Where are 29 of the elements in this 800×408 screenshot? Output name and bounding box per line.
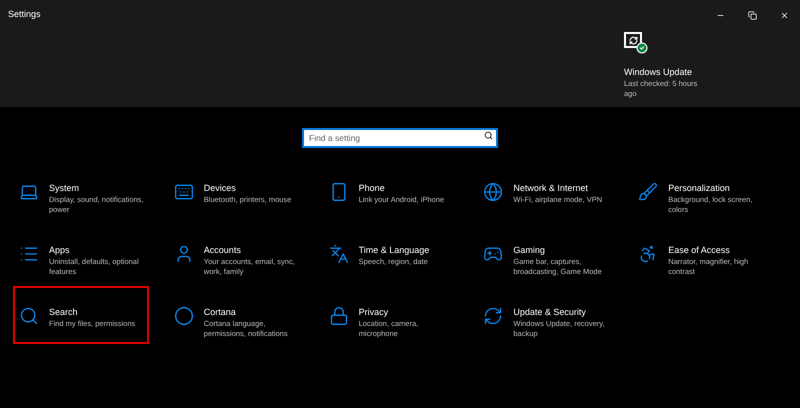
category-title: Phone (358, 182, 386, 194)
circle-icon (174, 306, 194, 326)
search-field[interactable]: Find a setting (302, 128, 498, 148)
lock-icon (328, 306, 349, 326)
category-title: Personalization (668, 182, 731, 194)
search-icon (484, 130, 493, 140)
keyboard-icon (174, 182, 194, 202)
category-title: Network & Internet (513, 182, 589, 194)
category-title: Time & Language (358, 244, 430, 256)
update-title: Windows Update (624, 66, 694, 78)
search-icon (19, 306, 39, 326)
category-title: Search (49, 306, 79, 318)
language-icon (328, 244, 349, 264)
category-title: Cortana (204, 306, 237, 318)
brush-icon (638, 182, 658, 202)
category-title: Ease of Access (668, 244, 731, 256)
category-title: Apps (49, 244, 71, 256)
category-title: Privacy (358, 306, 390, 318)
category-title: Gaming (513, 244, 546, 256)
category-title: System (49, 182, 80, 194)
category-title: Accounts (204, 244, 242, 256)
sync-icon (483, 306, 504, 326)
update-status-icon (624, 32, 646, 54)
close-icon (780, 10, 788, 20)
globe-icon (483, 182, 504, 202)
restore-icon (748, 10, 756, 20)
category-title: Devices (204, 182, 237, 194)
category-title: Update & Security (513, 306, 587, 318)
window-title: Settings (8, 8, 42, 22)
